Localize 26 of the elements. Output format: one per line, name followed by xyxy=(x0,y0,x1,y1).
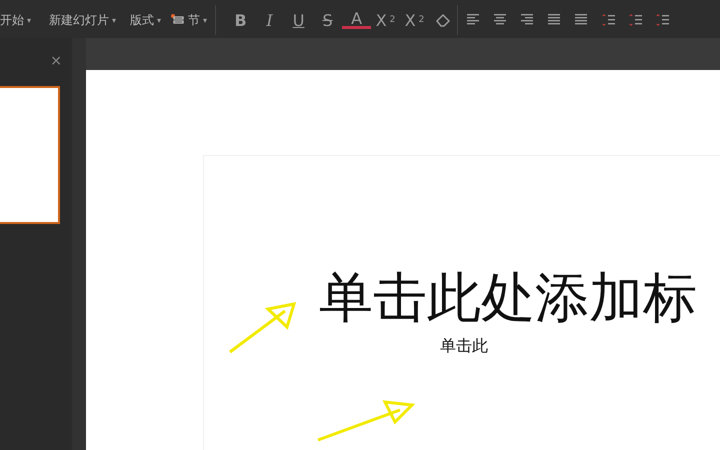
align-right-icon[interactable] xyxy=(520,14,534,26)
slide-thumbnail[interactable] xyxy=(0,86,60,224)
arrow-drawing xyxy=(229,302,296,354)
justify-icon[interactable] xyxy=(547,14,562,26)
distribute-icon[interactable] xyxy=(574,14,588,26)
toolbar-button[interactable]: 版式 ▾ xyxy=(130,12,162,28)
close-icon[interactable]: × xyxy=(50,54,62,68)
list-spacing-icon[interactable] xyxy=(655,13,670,27)
align-left-icon[interactable] xyxy=(466,14,480,26)
section-button[interactable]: 节 ▾ xyxy=(171,12,208,28)
list-spacing-icon[interactable] xyxy=(628,13,642,27)
eraser-icon[interactable] xyxy=(435,12,452,28)
list-spacing-icon[interactable] xyxy=(601,13,616,27)
section-icon xyxy=(171,14,186,26)
font-color-button[interactable]: A xyxy=(342,12,372,28)
toolbar-button[interactable]: 新建幻灯片 ▾ xyxy=(49,12,116,28)
bold-button[interactable]: B xyxy=(226,10,256,30)
strikethrough-button[interactable]: S xyxy=(313,10,342,30)
align-center-icon[interactable] xyxy=(493,14,508,26)
script-button[interactable]: X$^{2}$ xyxy=(371,10,400,30)
italic-button[interactable]: I xyxy=(255,10,284,30)
slide-subtitle: 单击此 xyxy=(440,336,488,357)
title-placeholder[interactable]: 单击此处添加标 单击此 xyxy=(203,155,720,450)
toolbar-button[interactable]: 开始 ▾ xyxy=(0,12,32,28)
slide-title: 单击此处添加标 xyxy=(319,268,697,328)
underline-button[interactable]: U xyxy=(284,10,314,30)
